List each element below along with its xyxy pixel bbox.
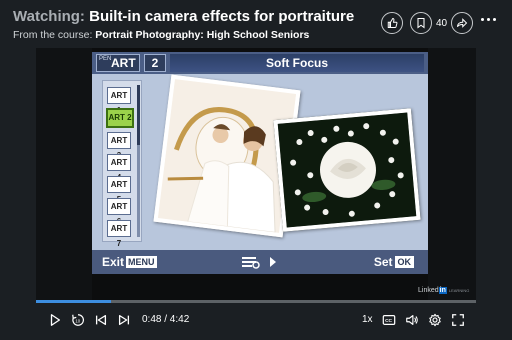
art-item: ART 5: [107, 176, 131, 204]
art-badge: PEN ART: [96, 54, 140, 72]
art-item: ART 1: [107, 87, 131, 115]
dot-icon: [481, 18, 484, 21]
replay-10-icon: 10: [72, 314, 84, 326]
exit-text: Exit: [102, 255, 125, 269]
captions-icon: CC: [382, 315, 396, 325]
save-count: 40: [436, 17, 448, 29]
settings-icon: [429, 313, 441, 327]
time-display: 0:48 / 4:42: [142, 314, 190, 325]
course-prefix: From the course:: [13, 29, 93, 41]
menu-label: MENU: [126, 256, 157, 268]
save-icon-wrap: [410, 12, 432, 34]
watermark-in: in: [438, 287, 447, 294]
exit-label: Exit MENU: [102, 255, 157, 269]
camera-top-bar: PEN ART 2 Soft Focus: [92, 52, 428, 74]
like-button[interactable]: [381, 12, 403, 34]
skip-next-icon: [118, 314, 130, 326]
more-options-button[interactable]: [481, 18, 496, 21]
camera-bottom-bar: Exit MENU Set OK: [92, 250, 428, 274]
art-item: ART 4: [107, 154, 131, 182]
video-title: Watching: Built-in camera effects for po…: [13, 8, 354, 25]
art-item: ART 3: [107, 132, 131, 160]
video-title-text: Built-in camera effects for portraiture: [89, 8, 355, 25]
fullscreen-icon: [452, 314, 464, 326]
player-controls: 10 0:48 / 4:42 1x CC: [36, 303, 476, 340]
share-icon: [457, 18, 468, 28]
art-item-active: ART 2: [106, 108, 134, 128]
skip-next-button[interactable]: [116, 312, 132, 328]
art-item: ART 6: [107, 198, 131, 226]
ok-label: OK: [394, 256, 414, 268]
skip-previous-button[interactable]: [93, 312, 109, 328]
course-subtitle: From the course: Portrait Photography: H…: [13, 29, 309, 41]
pen-label: PEN: [99, 56, 112, 62]
settings-button[interactable]: [427, 312, 443, 328]
art-list-scroll-thumb: [137, 85, 140, 145]
rose-photo: [273, 108, 421, 232]
dot-icon: [493, 18, 496, 21]
white-rose-image: [277, 112, 417, 228]
share-button[interactable]: [451, 12, 473, 34]
watermark-linked: Linked: [418, 287, 439, 294]
camera-screen: PEN ART 2 Soft Focus ART 1 ART 2 ART 3 A…: [92, 52, 428, 274]
watching-prefix: Watching:: [13, 8, 85, 25]
art-number: 2: [144, 54, 166, 72]
replay-10-button[interactable]: 10: [70, 312, 86, 328]
play-icon: [50, 314, 61, 326]
video-letterbox-left: [36, 48, 92, 300]
dot-icon: [487, 18, 490, 21]
save-button[interactable]: 40: [410, 12, 447, 34]
course-name-link[interactable]: Portrait Photography: High School Senior…: [95, 29, 309, 41]
bride-mirror-image: [157, 79, 297, 233]
svg-text:10: 10: [75, 319, 80, 324]
volume-icon: [406, 315, 418, 325]
mode-title: Soft Focus: [170, 54, 424, 72]
thumbs-up-icon: [387, 18, 398, 28]
fullscreen-button[interactable]: [450, 312, 466, 328]
svg-text:CC: CC: [385, 318, 392, 324]
video-letterbox-right: [428, 48, 476, 300]
watermark-learning: LEARNING: [448, 288, 470, 293]
play-button[interactable]: [47, 312, 63, 328]
set-text: Set: [373, 255, 393, 269]
set-label: Set OK: [374, 255, 414, 269]
camera-settings-icon: [240, 255, 280, 269]
bookmark-icon: [417, 17, 425, 29]
linkedin-learning-watermark: Linkedin LEARNING: [418, 287, 469, 294]
art-item: ART 7: [107, 220, 131, 248]
playback-speed-button[interactable]: 1x: [362, 314, 373, 325]
skip-previous-icon: [95, 314, 107, 326]
art-label: ART: [111, 56, 136, 70]
art-mode-list: ART 1 ART 2 ART 3 ART 4 ART 5 ART 6 ART …: [102, 80, 142, 248]
captions-button[interactable]: CC: [381, 312, 397, 328]
volume-button[interactable]: [404, 312, 420, 328]
video-header: Watching: Built-in camera effects for po…: [0, 0, 512, 48]
